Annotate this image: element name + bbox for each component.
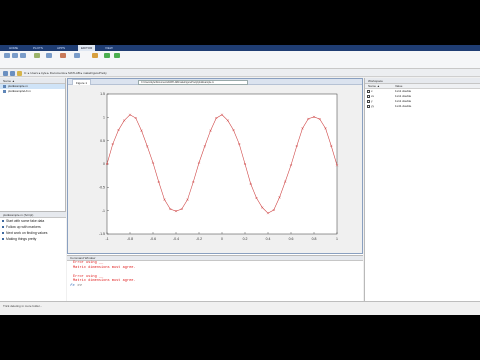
col-value[interactable]: Value <box>395 84 402 88</box>
breadcrumb[interactable]: C: ▸ Users ▸ kyle ▸ Documents ▸ MATLAB ▸… <box>24 71 107 75</box>
new-icon[interactable] <box>4 53 10 58</box>
run-section-icon[interactable] <box>114 53 120 58</box>
folder-up-icon[interactable] <box>17 70 22 76</box>
y-tick-label: 0.5 <box>100 139 105 143</box>
section-icon <box>2 226 4 228</box>
y-tick-label: -1 <box>102 209 105 213</box>
y-tick-label: -0.5 <box>99 186 105 190</box>
m-file-icon <box>3 85 6 88</box>
run-icon[interactable] <box>104 53 110 58</box>
breakpoint-icon[interactable] <box>92 53 98 58</box>
indent-icon[interactable] <box>74 53 80 58</box>
breadcrumb-item[interactable]: Documents <box>50 71 65 75</box>
m-file-icon <box>3 90 6 93</box>
ribbon-toolstrip <box>0 51 480 69</box>
status-text: Trick deleting in more folder... <box>3 304 43 308</box>
tab-figure-1[interactable]: Figure 1 <box>72 79 92 85</box>
section-icon <box>2 238 4 240</box>
x-tick-label: -0.4 <box>173 237 179 241</box>
variable-icon <box>367 95 370 98</box>
compare-icon[interactable] <box>34 53 40 58</box>
fx-icon: fx <box>70 283 75 288</box>
x-tick-label: -1 <box>105 237 108 241</box>
status-bar: Trick deleting in more folder... <box>0 301 480 315</box>
x-tick-label: 1 <box>336 237 338 241</box>
file-name: plotExampleUI.m <box>8 89 31 93</box>
workspace-panel: Workspace Name ▲ Value x 1x11 double xx 1x1… <box>364 78 480 301</box>
workspace-row[interactable]: yy 1x41 double <box>365 104 480 109</box>
variable-value: 1x41 double <box>395 104 412 108</box>
variable-icon <box>367 100 370 103</box>
variable-icon <box>367 90 370 93</box>
details-item-label: Follow up with markers <box>6 225 41 229</box>
center-area: Figure 1 C:\Users\kyle\Documents\MATLAB\… <box>67 78 363 301</box>
y-tick-label: 1 <box>103 116 105 120</box>
current-folder-panel: Name ▲ plotExample.m plotExampleUI.m plot… <box>0 78 66 301</box>
details-item-label: Next work on finding values <box>6 231 48 235</box>
details-panel: plotExample.m (Script) Start with some f… <box>0 211 66 301</box>
col-name[interactable]: Name ▲ <box>365 84 395 88</box>
line-chart[interactable]: -1 -0.8 -0.6 -0.4 -0.2 0 0.2 0.4 0.6 0.8 1 1.5 1 0.5 0… <box>69 86 362 253</box>
open-icon[interactable] <box>12 53 18 58</box>
back-icon[interactable] <box>3 70 8 76</box>
matlab-window: HOME PLOTS APPS EDITOR VIEW C: ▸ Users ▸ kyl… <box>0 45 480 315</box>
figure-tabs: Figure 1 C:\Users\kyle\Documents\MATLAB\… <box>68 79 362 85</box>
forward-icon[interactable] <box>10 70 15 76</box>
comment-icon[interactable] <box>60 53 66 58</box>
address-bar: C: ▸ Users ▸ kyle ▸ Documents ▸ MATLAB ▸… <box>0 69 480 77</box>
figure-path: C:\Users\kyle\Documents\MATLAB\makeFigur… <box>138 79 248 85</box>
command-prompt[interactable]: fx >> <box>67 284 363 288</box>
file-name: plotExample.m <box>8 84 28 88</box>
details-item-label: Making things pretty <box>6 237 37 241</box>
prompt-symbol: >> <box>77 283 83 288</box>
y-tick-label: 1.5 <box>100 92 105 96</box>
x-tick-label: -0.6 <box>150 237 156 241</box>
x-tick-label: -0.2 <box>196 237 202 241</box>
y-tick-label: -1.5 <box>99 232 105 236</box>
breadcrumb-item[interactable]: makeFigurePretty <box>83 71 107 75</box>
details-item[interactable]: Making things pretty <box>0 236 66 242</box>
x-tick-label: 0.2 <box>243 237 248 241</box>
section-icon <box>2 220 4 222</box>
section-icon <box>2 232 4 234</box>
find-icon[interactable] <box>46 53 52 58</box>
breadcrumb-item[interactable]: MATLAB <box>68 71 80 75</box>
save-icon[interactable] <box>20 53 26 58</box>
plot-area: -1 -0.8 -0.6 -0.4 -0.2 0 0.2 0.4 0.6 0.8 1 1.5 1 0.5 0… <box>69 86 362 253</box>
x-tick-label: 0 <box>221 237 223 241</box>
breadcrumb-item[interactable]: Users <box>30 71 38 75</box>
x-tick-label: 0.6 <box>289 237 294 241</box>
command-window[interactable]: Command Window Error using __ Matrix dime… <box>67 255 363 301</box>
y-tick-label: 0 <box>103 162 105 166</box>
details-item-label: Start with some fake data <box>6 219 45 223</box>
variable-icon <box>367 105 370 108</box>
figure-window: Figure 1 C:\Users\kyle\Documents\MATLAB\… <box>67 78 363 254</box>
x-tick-label: -0.8 <box>127 237 133 241</box>
x-tick-label: 0.8 <box>312 237 317 241</box>
file-item[interactable]: plotExampleUI.m <box>0 89 65 94</box>
x-tick-label: 0.4 <box>266 237 271 241</box>
